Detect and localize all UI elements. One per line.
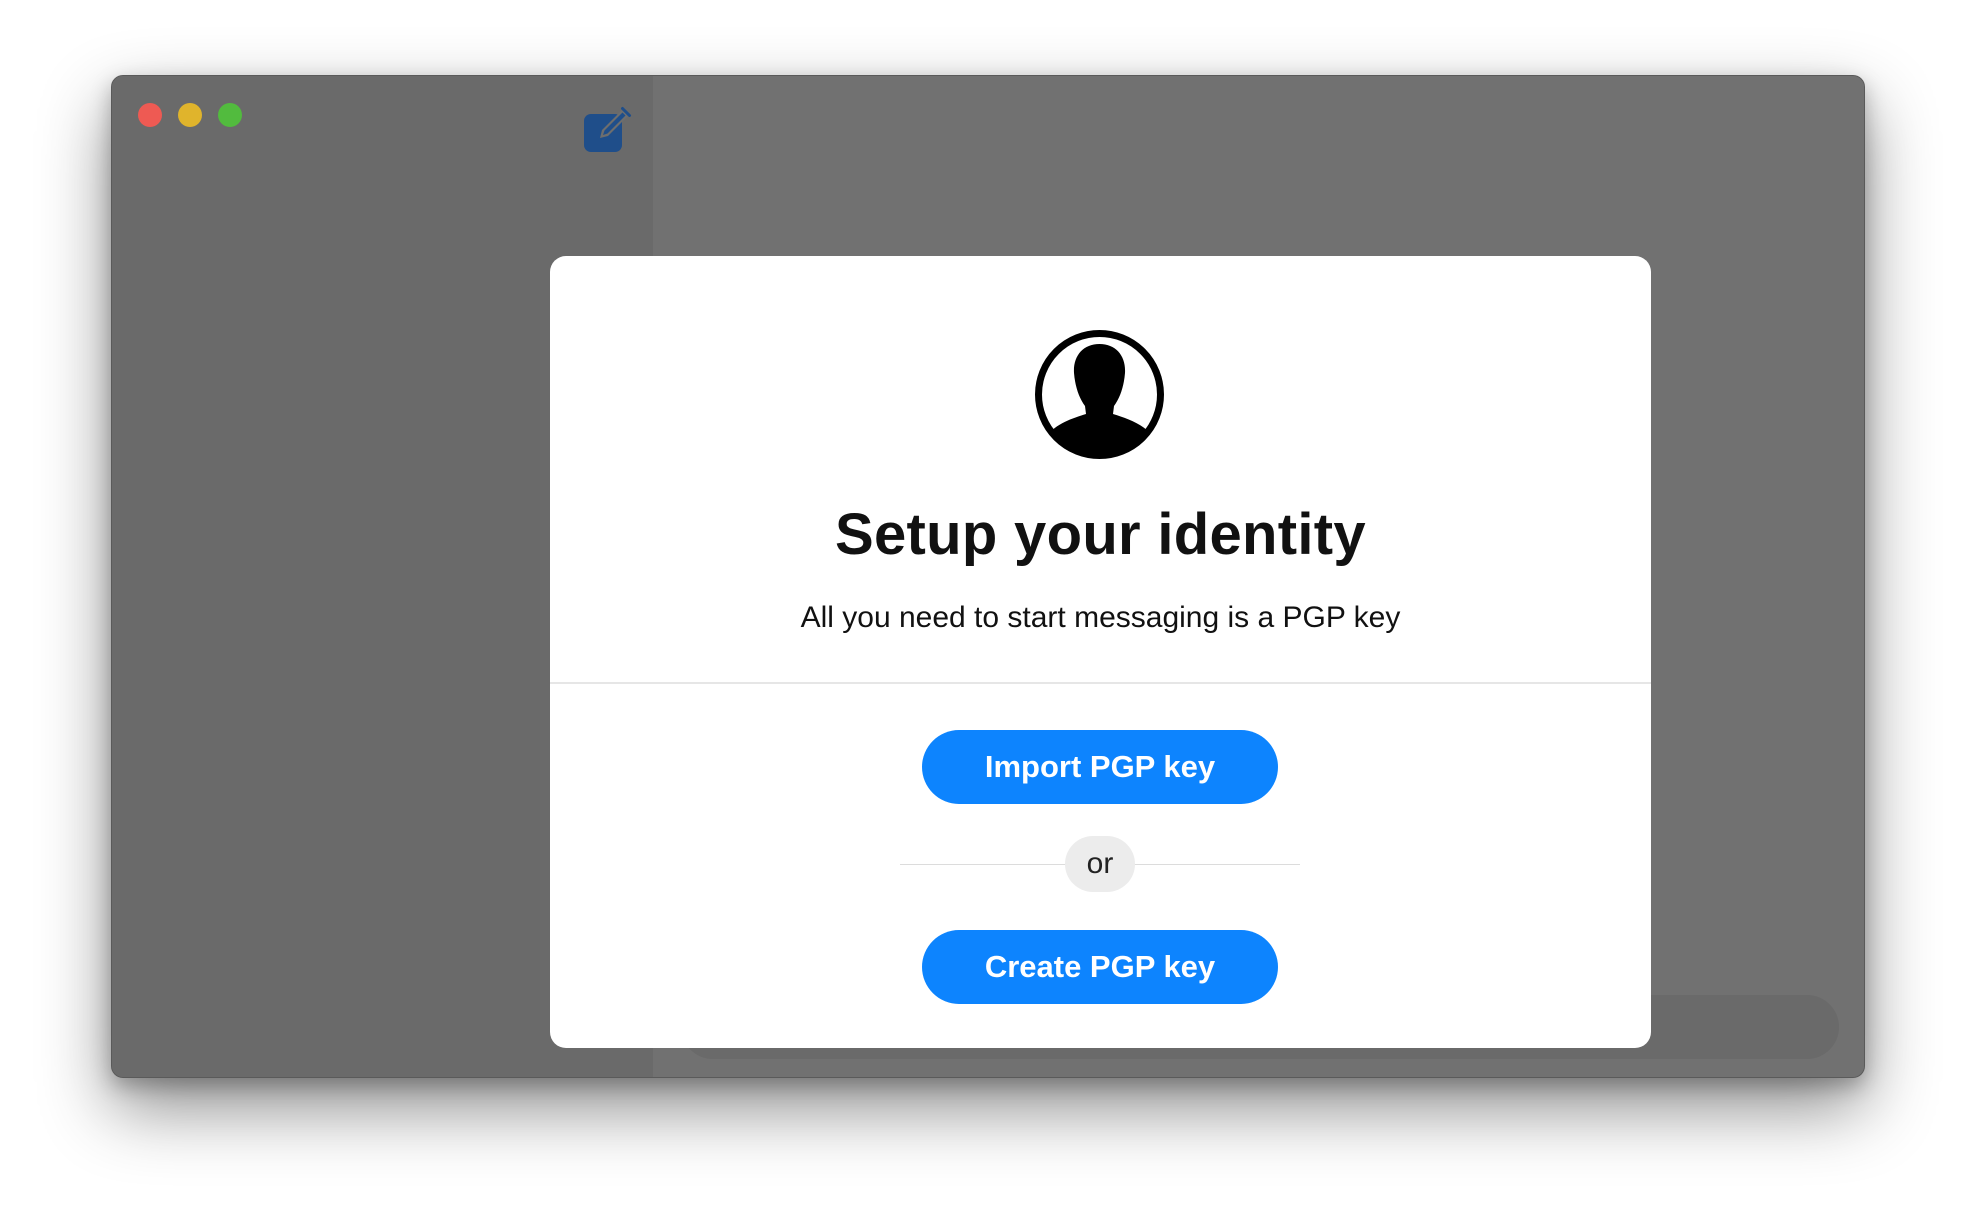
user-silhouette-icon <box>1033 328 1166 461</box>
close-window-button[interactable] <box>138 103 162 127</box>
dialog-divider <box>550 682 1651 684</box>
app-window: Setup your identity All you need to star… <box>111 75 1865 1078</box>
or-separator-label: or <box>1065 836 1135 892</box>
maximize-window-button[interactable] <box>218 103 242 127</box>
minimize-window-button[interactable] <box>178 103 202 127</box>
dialog-subtitle: All you need to start messaging is a PGP… <box>800 601 1401 634</box>
dialog-title: Setup your identity <box>835 502 1366 567</box>
create-pgp-key-button[interactable]: Create PGP key <box>922 930 1278 1004</box>
import-pgp-key-button[interactable]: Import PGP key <box>922 730 1278 804</box>
identity-setup-dialog: Setup your identity All you need to star… <box>550 256 1651 1048</box>
compose-icon[interactable] <box>582 104 632 154</box>
